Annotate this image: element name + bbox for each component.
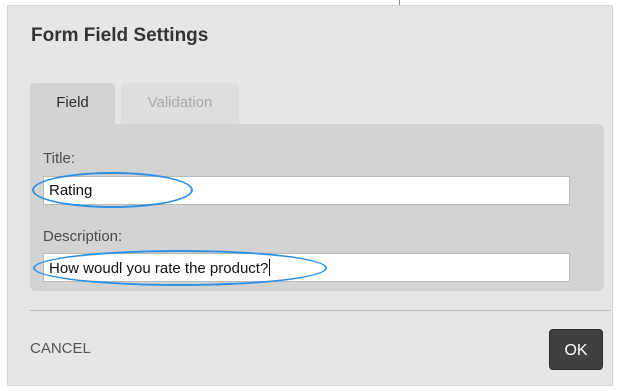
description-input-value: How woudl you rate the product?: [49, 260, 269, 277]
title-field-label: Title:: [43, 150, 75, 167]
tab-validation[interactable]: Validation: [121, 83, 239, 125]
footer-divider: [30, 310, 610, 311]
description-field-label: Description:: [43, 228, 123, 245]
tab-field[interactable]: Field: [30, 83, 115, 127]
field-tab-panel: Title: Rating Description: How woudl you…: [30, 124, 604, 291]
title-input-value: Rating: [49, 182, 93, 199]
dialog-title: Form Field Settings: [31, 25, 209, 46]
ok-button[interactable]: OK: [549, 329, 603, 370]
title-input[interactable]: Rating: [43, 176, 570, 205]
cancel-button[interactable]: CANCEL: [30, 340, 91, 357]
text-caret: [269, 259, 271, 276]
form-field-settings-dialog: Form Field Settings Field Validation Tit…: [7, 5, 613, 386]
description-input[interactable]: How woudl you rate the product?: [43, 253, 570, 282]
